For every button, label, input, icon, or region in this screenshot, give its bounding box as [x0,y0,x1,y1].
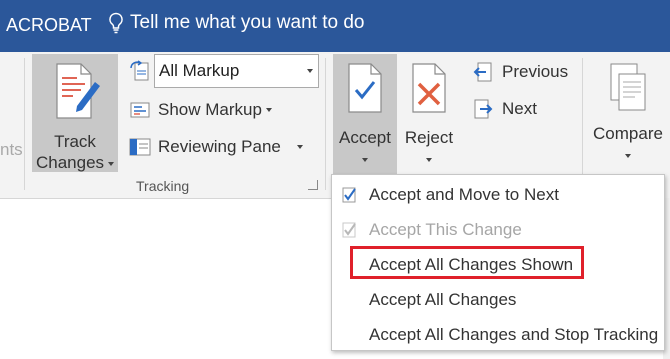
chevron-down-icon [426,157,432,162]
menu-item-accept-and-move-to-next[interactable]: Accept and Move to Next [332,178,662,210]
reject-document-icon [412,63,446,113]
dialog-launcher-icon[interactable] [308,180,318,190]
markup-dropdown[interactable]: All Markup [154,54,319,88]
highlight-box [350,246,584,279]
reviewing-pane-icon [129,138,151,156]
markup-dropdown-value: All Markup [159,61,240,80]
show-markup-button[interactable]: Show Markup [128,98,272,122]
track-changes-icon [56,63,100,119]
tell-me-text: Tell me what you want to do [130,12,365,33]
menu-item-label: Accept and Move to Next [369,185,559,204]
compare-dropdown-arrow[interactable] [588,144,668,165]
previous-group-cut-label: nts [0,140,23,159]
tell-me-search[interactable]: Tell me what you want to do [108,12,364,34]
next-arrow-icon [474,99,493,119]
compare-button[interactable]: Compare [588,54,668,175]
reviewing-pane-button[interactable]: Reviewing Pane [128,135,303,159]
show-markup-icon [130,102,150,118]
show-markup-label: Show Markup [158,100,262,119]
accept-dropdown-arrow[interactable] [333,148,397,169]
menu-item-label: Accept This Change [369,220,522,239]
next-change-button[interactable]: Next [472,97,537,121]
display-for-review-icon [130,60,149,81]
reject-button[interactable]: Reject [401,54,457,175]
next-label: Next [502,99,537,118]
tracking-group-label: Tracking [136,178,190,194]
chevron-down-icon [362,157,368,162]
chevron-down-icon [265,108,272,112]
accept-check-icon [342,222,356,238]
menu-item-accept-all-and-stop-tracking[interactable]: Accept All Changes and Stop Tracking [332,318,662,350]
menu-item-accept-this-change[interactable]: Accept This Change [332,213,662,245]
chevron-down-icon [296,145,303,149]
tab-acrobat[interactable]: ACROBAT [6,15,92,36]
previous-arrow-icon [473,62,492,82]
menu-item-accept-all-changes[interactable]: Accept All Changes [332,283,662,315]
ribbon-separator [325,58,326,190]
accept-check-icon [342,187,356,203]
reject-dropdown-arrow[interactable] [401,148,457,169]
title-bar: ACROBAT Tell me what you want to do [0,0,670,52]
accept-label: Accept [339,128,391,147]
reviewing-pane-label: Reviewing Pane [158,137,281,156]
track-changes-button[interactable]: Track Changes [32,54,118,172]
menu-item-label: Accept All Changes and Stop Tracking [369,325,659,344]
chevron-down-icon [307,69,313,73]
compare-documents-icon [610,63,646,111]
ribbon-separator [582,58,583,190]
menu-item-label: Accept All Changes [369,290,517,309]
previous-change-button[interactable]: Previous [472,60,568,84]
lightbulb-icon [109,12,123,34]
accept-button[interactable]: Accept [333,54,397,175]
compare-label: Compare [593,124,663,143]
chevron-down-icon [108,161,115,166]
previous-label: Previous [502,62,569,81]
ribbon-separator [24,58,25,190]
accept-document-icon [348,63,382,113]
chevron-down-icon [625,153,631,158]
track-changes-label-1: Track [54,132,96,151]
track-changes-label-line2: Changes [32,152,118,173]
reject-label: Reject [404,128,454,147]
